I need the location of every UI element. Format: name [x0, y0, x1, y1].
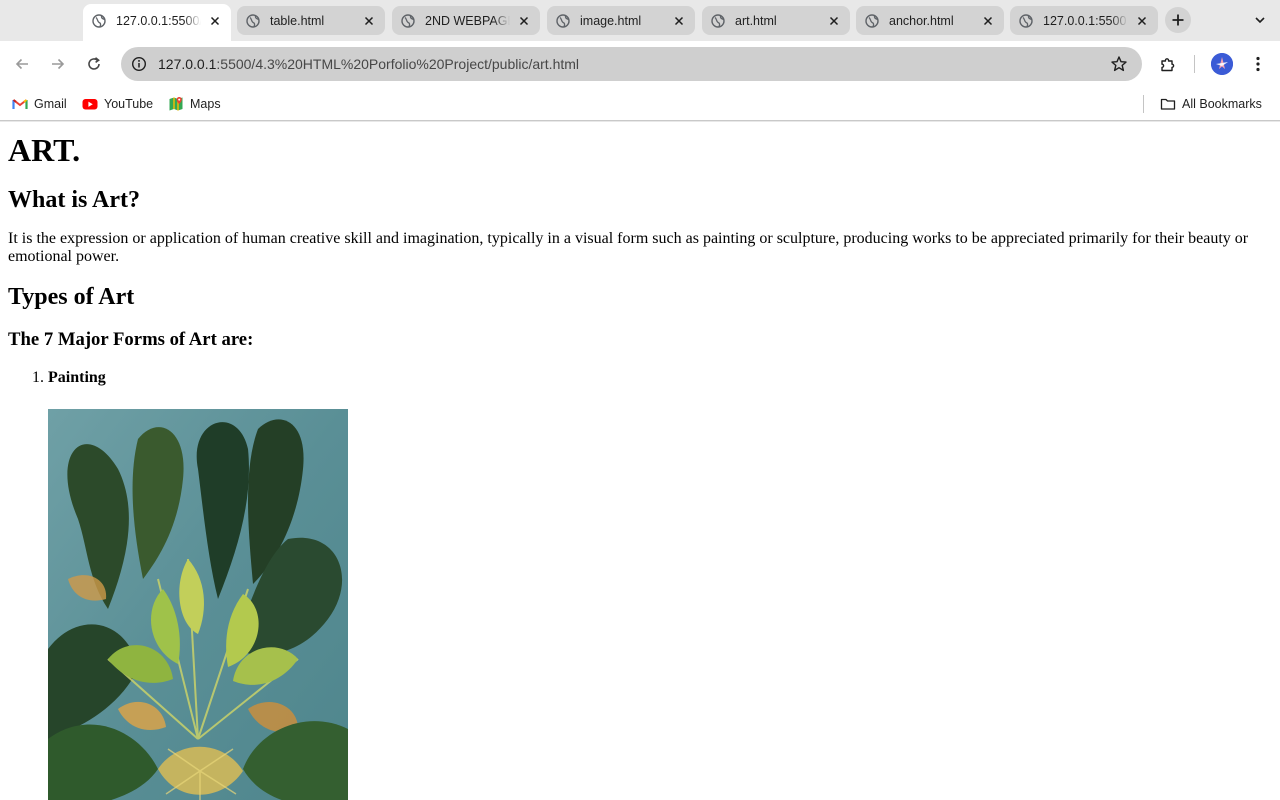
- close-icon[interactable]: [826, 13, 842, 29]
- globe-icon: [556, 13, 570, 28]
- menu-button[interactable]: [1245, 51, 1271, 77]
- address-bar[interactable]: 127.0.0.1:5500/4.3%20HTML%20Porfolio%20P…: [121, 47, 1142, 81]
- kebab-menu-icon: [1256, 56, 1260, 72]
- close-icon[interactable]: [671, 13, 687, 29]
- toolbar: 127.0.0.1:5500/4.3%20HTML%20Porfolio%20P…: [0, 41, 1280, 86]
- globe-icon: [401, 13, 415, 28]
- youtube-icon: [82, 96, 98, 112]
- bookmarks-bar: Gmail YouTube Maps All Bookmarks: [0, 86, 1280, 121]
- tab-title: anchor.html: [889, 13, 954, 28]
- art-forms-list: Painting: [8, 369, 1272, 800]
- close-icon[interactable]: [1134, 13, 1150, 29]
- heading-what-is-art: What is Art?: [8, 187, 140, 213]
- puzzle-icon: [1159, 55, 1177, 73]
- bookmark-label: Gmail: [34, 97, 67, 111]
- globe-icon: [246, 13, 260, 28]
- art-definition: It is the expression or application of h…: [8, 230, 1249, 265]
- tab-search-button[interactable]: [1249, 9, 1271, 31]
- globe-icon: [711, 13, 725, 28]
- reload-button[interactable]: [81, 51, 107, 77]
- tab-title: 2ND WEBPAGE: [425, 13, 510, 28]
- profile-icon: [1211, 53, 1233, 75]
- bookmark-label: Maps: [190, 97, 221, 111]
- close-icon[interactable]: [980, 13, 996, 29]
- arrow-right-icon: [50, 56, 66, 72]
- toolbar-divider: [1194, 55, 1195, 73]
- folder-icon: [1160, 96, 1176, 112]
- page-title: ART.: [8, 132, 81, 168]
- close-icon[interactable]: [207, 13, 223, 29]
- profile-avatar[interactable]: [1211, 53, 1233, 75]
- url-path: :5500/4.3%20HTML%20Porfolio%20Project/pu…: [216, 56, 580, 72]
- site-info-icon[interactable]: [122, 47, 156, 81]
- arrow-left-icon: [14, 56, 30, 72]
- url-text: 127.0.0.1:5500/4.3%20HTML%20Porfolio%20P…: [158, 56, 579, 72]
- extensions-button[interactable]: [1155, 51, 1181, 77]
- chevron-down-icon: [1254, 14, 1266, 26]
- bookmark-maps[interactable]: Maps: [168, 95, 221, 113]
- globe-icon: [92, 13, 106, 28]
- close-icon[interactable]: [361, 13, 377, 29]
- globe-icon: [865, 13, 879, 28]
- tab-title: art.html: [735, 13, 777, 28]
- tab-art[interactable]: art.html: [702, 6, 850, 35]
- tab-localhost[interactable]: 127.0.0.1:5500: [1010, 6, 1158, 35]
- back-button[interactable]: [9, 51, 35, 77]
- bookmarks-divider: [1143, 95, 1144, 113]
- bookmark-label: YouTube: [104, 97, 154, 111]
- list-item: Painting: [48, 369, 1272, 800]
- new-tab-button[interactable]: [1165, 7, 1191, 33]
- reload-icon: [86, 56, 102, 72]
- tab-title: 127.0.0.1:5500: [1043, 13, 1127, 28]
- heading-major-forms: The 7 Major Forms of Art are:: [8, 329, 254, 350]
- list-item-label: Painting: [48, 369, 106, 386]
- tab-anchor[interactable]: anchor.html: [856, 6, 1004, 35]
- maps-icon: [168, 96, 184, 112]
- tab-title: table.html: [270, 13, 325, 28]
- browser-chrome: 127.0.0.1:5500/4.3%20HTML%20Porfolio%20P…: [0, 0, 1280, 122]
- close-icon[interactable]: [516, 13, 532, 29]
- heading-types-of-art: Types of Art: [8, 284, 135, 310]
- tab-image[interactable]: image.html: [547, 6, 695, 35]
- all-bookmarks-button[interactable]: All Bookmarks: [1160, 95, 1262, 113]
- bookmark-star-icon[interactable]: [1110, 55, 1128, 73]
- all-bookmarks-label: All Bookmarks: [1182, 97, 1262, 111]
- page-content: ART. What is Art? It is the expression o…: [0, 122, 1280, 800]
- tab-table[interactable]: table.html: [237, 6, 385, 35]
- painting-image: [48, 409, 348, 800]
- tab-title: 127.0.0.1:5500/4.3%20HTML%20Porfolio%20P…: [116, 13, 201, 28]
- globe-icon: [1019, 13, 1033, 28]
- tab-2nd-webpage[interactable]: 2ND WEBPAGE: [392, 6, 540, 35]
- tab-strip: 127.0.0.1:5500/4.3%20HTML%20Porfolio%20P…: [0, 0, 1280, 41]
- plus-icon: [1171, 13, 1185, 27]
- bookmark-gmail[interactable]: Gmail: [12, 95, 67, 113]
- gmail-icon: [12, 96, 28, 112]
- forward-button[interactable]: [45, 51, 71, 77]
- url-host: 127.0.0.1: [158, 56, 217, 72]
- tab-active[interactable]: 127.0.0.1:5500/4.3%20HTML%20Porfolio%20P…: [83, 4, 231, 41]
- tab-title: image.html: [580, 13, 642, 28]
- bookmark-youtube[interactable]: YouTube: [82, 95, 153, 113]
